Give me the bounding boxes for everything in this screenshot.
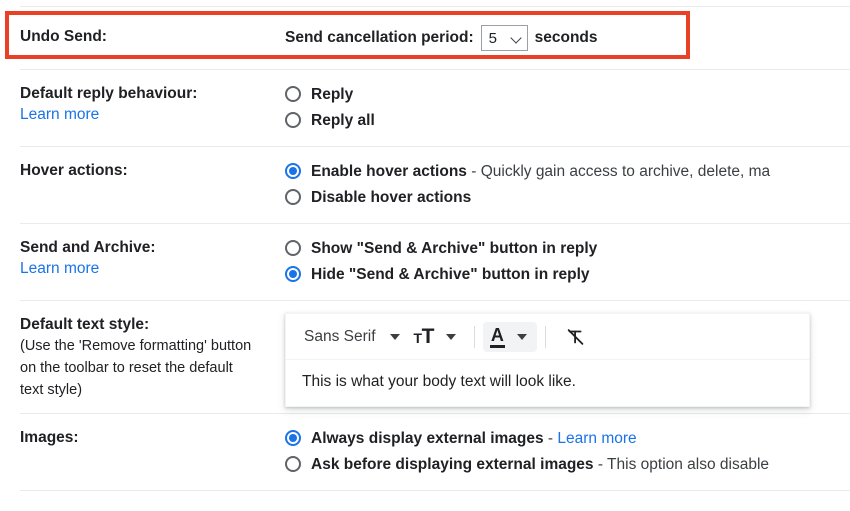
radio-disable-hover-actions-label: Disable hover actions <box>311 189 472 206</box>
send-and-archive-learn-more-link[interactable]: Learn more <box>20 258 99 280</box>
chevron-down-icon <box>512 33 522 43</box>
default-text-style-label: Default text style: <box>20 316 150 333</box>
default-text-style-note-line-3: text style) <box>20 382 83 398</box>
text-style-preview[interactable]: This is what your body text will look li… <box>286 360 809 406</box>
radio-option-always-display-images[interactable]: Always display external images - Learn m… <box>285 426 850 451</box>
font-size-dropdown[interactable]: TT <box>410 322 466 352</box>
radio-option-enable-hover-actions[interactable]: Enable hover actions - Quickly gain acce… <box>285 159 850 184</box>
default-text-style-label-cell: Default text style: (Use the 'Remove for… <box>20 313 285 401</box>
radio-ask-before-displaying-images-label: Ask before displaying external images <box>311 456 594 473</box>
radio-option-reply-all[interactable]: Reply all <box>285 108 850 133</box>
images-label: Images: <box>20 429 79 446</box>
send-cancellation-period-value: 5 <box>488 29 497 47</box>
radio-show-send-archive[interactable] <box>285 240 301 256</box>
default-reply-options: Reply Reply all <box>285 82 850 134</box>
setting-row-send-and-archive: Send and Archive: Learn more Show "Send … <box>0 224 850 300</box>
send-and-archive-label-cell: Send and Archive: Learn more <box>20 236 285 280</box>
radio-disable-hover-actions[interactable] <box>285 189 301 205</box>
radio-ask-before-displaying-images-desc: - This option also disable <box>593 456 770 473</box>
images-label-cell: Images: <box>20 426 285 448</box>
font-family-dropdown[interactable]: Sans Serif <box>300 322 410 352</box>
send-cancellation-period-control: Send cancellation period: 5 seconds <box>285 25 850 51</box>
setting-row-undo-send: Undo Send: Send cancellation period: 5 s… <box>0 7 850 69</box>
default-reply-label-cell: Default reply behaviour: Learn more <box>20 82 285 126</box>
radio-reply-all-label: Reply all <box>311 112 375 129</box>
send-and-archive-label: Send and Archive: <box>20 239 156 256</box>
radio-hide-send-archive[interactable] <box>285 266 301 282</box>
text-color-icon: A <box>489 325 505 348</box>
default-reply-learn-more-link[interactable]: Learn more <box>20 104 99 126</box>
text-style-editor-card: Sans Serif TT A This is what your body t… <box>285 313 810 407</box>
remove-formatting-icon[interactable] <box>564 325 588 349</box>
text-color-dropdown[interactable]: A <box>482 321 537 352</box>
text-style-toolbar: Sans Serif TT A <box>286 314 809 360</box>
hover-actions-label: Hover actions: <box>20 162 128 179</box>
images-learn-more-link[interactable]: Learn more <box>557 430 636 447</box>
radio-enable-hover-actions[interactable] <box>285 163 301 179</box>
radio-always-display-images[interactable] <box>285 430 301 446</box>
send-and-archive-options: Show "Send & Archive" button in reply Hi… <box>285 236 850 288</box>
radio-enable-hover-actions-desc: - Quickly gain access to archive, delete… <box>466 163 771 180</box>
divider <box>20 490 850 491</box>
default-text-style-note-line-1: (Use the 'Remove formatting' button <box>20 338 252 354</box>
undo-send-label: Undo Send: <box>20 28 107 45</box>
default-reply-label: Default reply behaviour: <box>20 85 198 102</box>
default-text-style-note-line-2: on the toolbar to reset the default <box>20 360 233 376</box>
font-size-icon-small-t: T <box>413 329 423 346</box>
radio-show-send-archive-label: Show "Send & Archive" button in reply <box>311 240 598 257</box>
radio-option-disable-hover-actions[interactable]: Disable hover actions <box>285 185 850 210</box>
chevron-down-icon <box>516 333 527 340</box>
hover-actions-options: Enable hover actions - Quickly gain acce… <box>285 159 850 211</box>
setting-row-images: Images: Always display external images -… <box>0 414 850 490</box>
gmail-settings-general-panel: Undo Send: Send cancellation period: 5 s… <box>0 0 850 511</box>
send-cancellation-period-unit: seconds <box>534 29 598 46</box>
font-size-icon: TT <box>413 324 435 349</box>
toolbar-separator <box>473 325 475 348</box>
radio-option-ask-before-displaying-images[interactable]: Ask before displaying external images - … <box>285 452 850 477</box>
default-text-style-content: Sans Serif TT A This is what your body t… <box>285 313 850 407</box>
send-cancellation-period-select[interactable]: 5 <box>480 25 528 51</box>
radio-hide-send-archive-label: Hide "Send & Archive" button in reply <box>311 266 590 283</box>
setting-row-default-reply-behaviour: Default reply behaviour: Learn more Repl… <box>0 70 850 146</box>
font-family-value: Sans Serif <box>304 327 376 345</box>
radio-reply[interactable] <box>285 86 301 102</box>
radio-always-display-images-label: Always display external images <box>311 430 544 447</box>
font-size-icon-large-t: T <box>421 324 435 348</box>
radio-enable-hover-actions-label: Enable hover actions <box>311 163 467 180</box>
hover-actions-label-cell: Hover actions: <box>20 159 285 181</box>
setting-row-default-text-style: Default text style: (Use the 'Remove for… <box>0 301 850 413</box>
chevron-down-icon <box>389 333 400 340</box>
chevron-down-icon <box>445 333 456 340</box>
radio-option-reply[interactable]: Reply <box>285 82 850 107</box>
radio-option-show-send-archive[interactable]: Show "Send & Archive" button in reply <box>285 236 850 261</box>
radio-always-display-images-desc: - <box>543 430 558 447</box>
radio-ask-before-displaying-images[interactable] <box>285 456 301 472</box>
send-cancellation-period-label: Send cancellation period: <box>285 29 474 46</box>
toolbar-separator <box>544 325 546 348</box>
radio-reply-label: Reply <box>311 86 354 103</box>
radio-option-hide-send-archive[interactable]: Hide "Send & Archive" button in reply <box>285 262 850 287</box>
radio-reply-all[interactable] <box>285 112 301 128</box>
undo-send-label-cell: Undo Send: <box>20 25 285 47</box>
images-options: Always display external images - Learn m… <box>285 426 850 478</box>
setting-row-hover-actions: Hover actions: Enable hover actions - Qu… <box>0 147 850 223</box>
undo-send-content: Send cancellation period: 5 seconds <box>285 25 850 51</box>
